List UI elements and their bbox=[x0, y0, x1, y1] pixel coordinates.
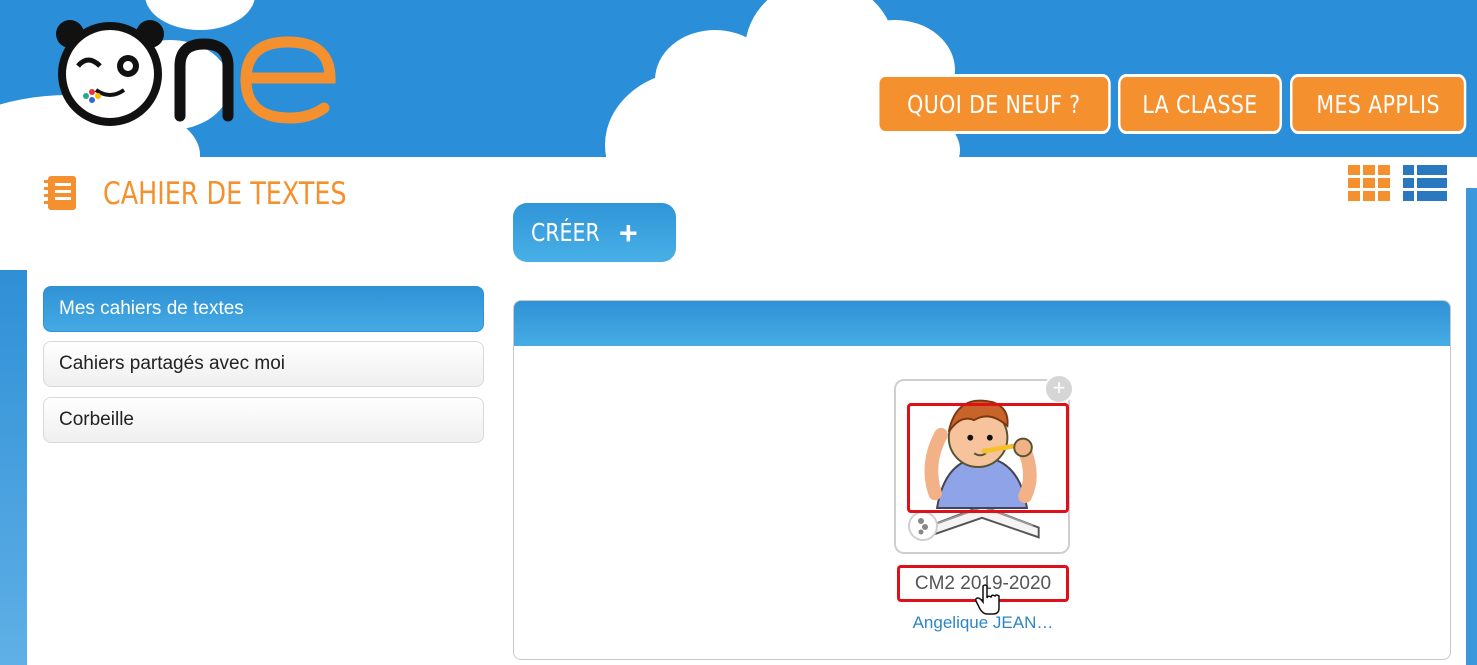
sidebar-item-shared-with-me[interactable]: Cahiers partagés avec moi bbox=[43, 341, 484, 387]
share-icon[interactable] bbox=[908, 511, 938, 541]
create-button[interactable]: CRÉER + bbox=[513, 203, 676, 262]
one-logo[interactable] bbox=[48, 16, 348, 126]
sidebar-item-trash[interactable]: Corbeille bbox=[43, 397, 484, 443]
page-title: CAHIER DE TEXTES bbox=[103, 176, 347, 212]
image-highlight-box bbox=[907, 403, 1069, 513]
plus-icon: + bbox=[619, 214, 638, 251]
sky-strip-right bbox=[1466, 188, 1477, 665]
nav-quoi-de-neuf[interactable]: QUOI DE NEUF ? bbox=[877, 74, 1111, 134]
panel-header bbox=[514, 301, 1450, 346]
hand-cursor-icon bbox=[975, 584, 1000, 615]
grid-view-icon[interactable] bbox=[1348, 165, 1390, 201]
sky-strip-left bbox=[0, 270, 27, 665]
create-button-label: CRÉER bbox=[531, 218, 600, 247]
list-view-icon[interactable] bbox=[1403, 165, 1447, 201]
nav-mes-applis[interactable]: MES APPLIS bbox=[1290, 74, 1467, 134]
notebook-owner-link[interactable]: Angelique JEAN… bbox=[893, 613, 1073, 633]
notebook-icon bbox=[44, 176, 76, 210]
card-options-plus-icon[interactable]: + bbox=[1044, 374, 1074, 404]
nav-la-classe[interactable]: LA CLASSE bbox=[1118, 74, 1282, 134]
sidebar-item-my-notebooks[interactable]: Mes cahiers de textes bbox=[43, 286, 484, 332]
